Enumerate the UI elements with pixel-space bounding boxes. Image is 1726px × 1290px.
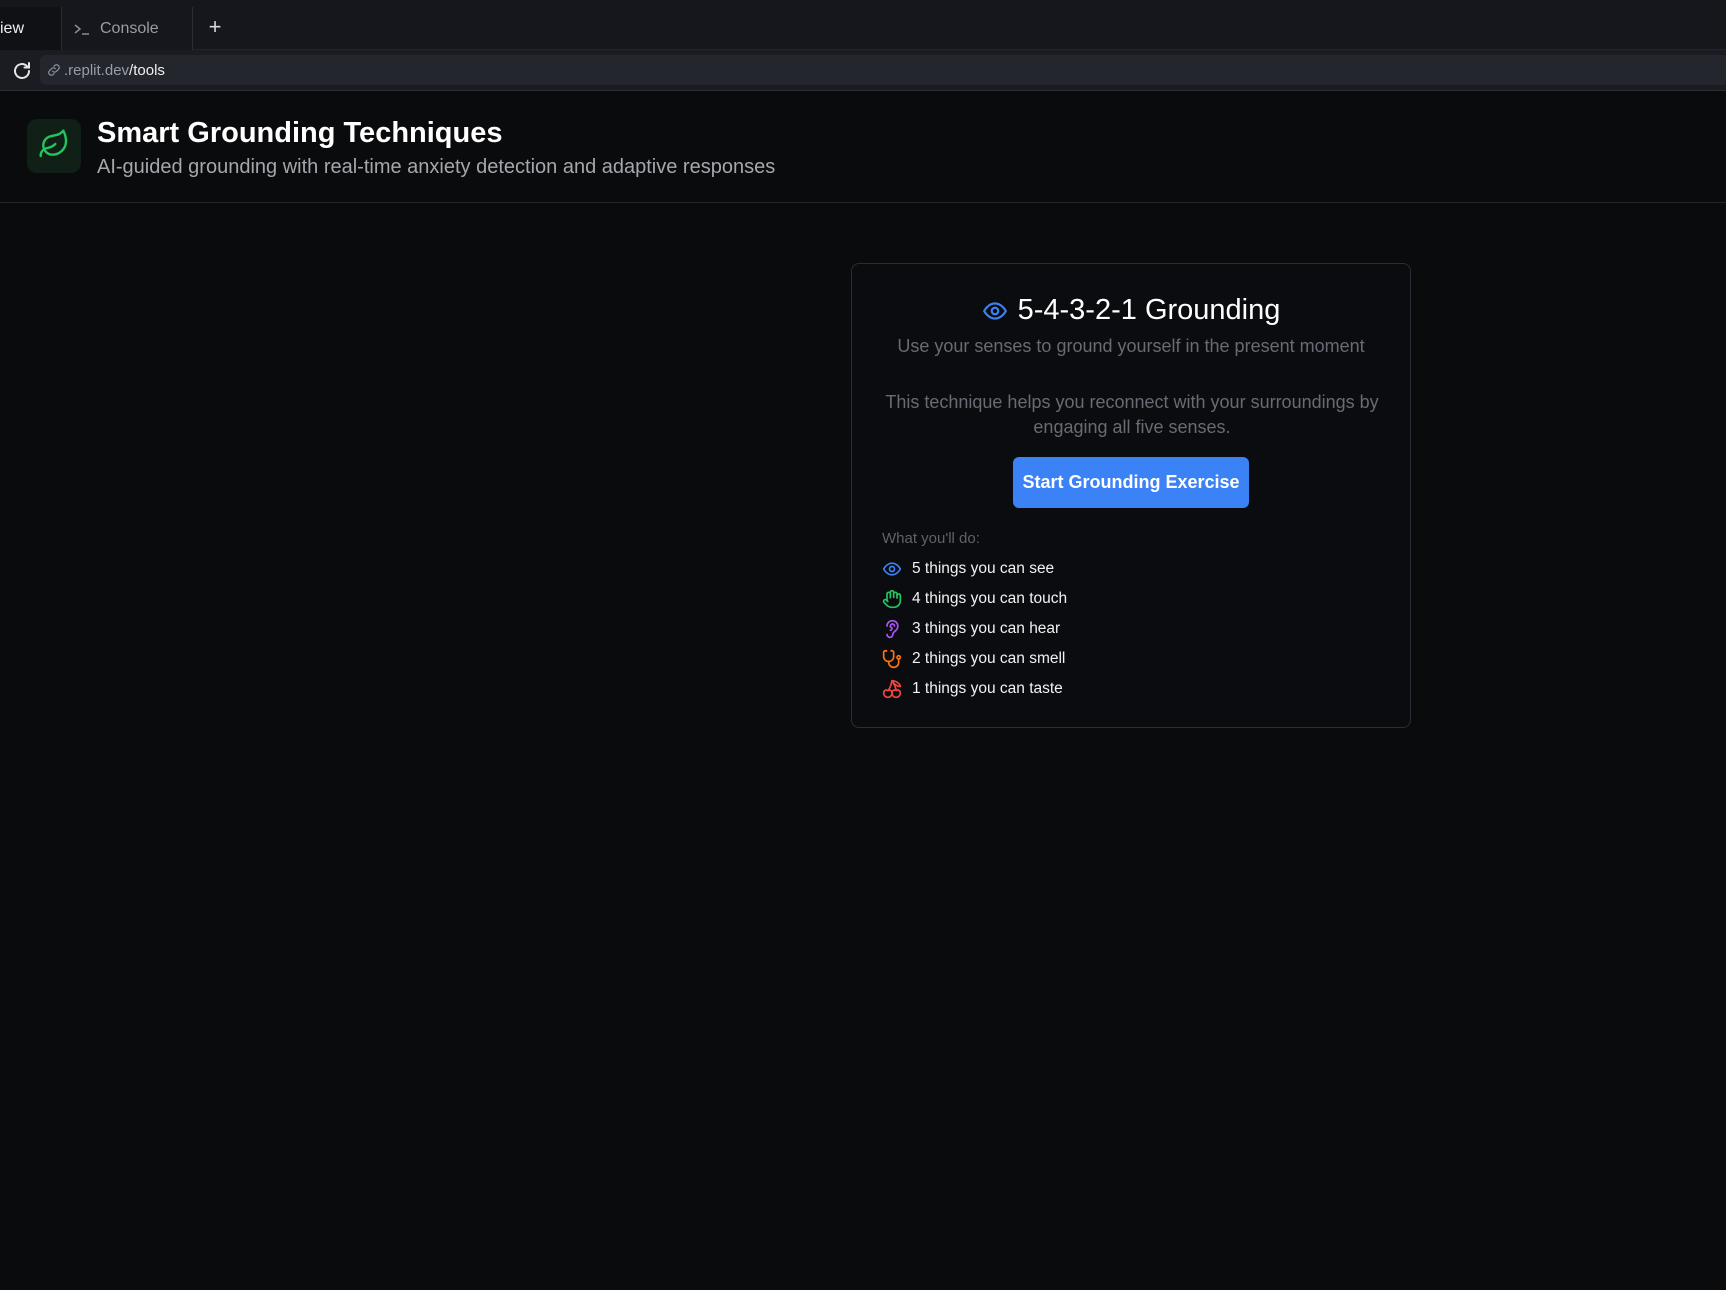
tab-label: iew bbox=[0, 19, 25, 37]
tab-webview[interactable]: iew bbox=[0, 7, 62, 50]
url-path: /tools bbox=[129, 61, 165, 79]
card-title: 5-4-3-2-1 Grounding bbox=[1017, 294, 1281, 326]
list-item: 3 things you can hear bbox=[882, 614, 1067, 644]
card-description: This technique helps you reconnect with … bbox=[885, 392, 1379, 437]
address-bar: .replit.dev/tools bbox=[0, 50, 1726, 91]
url-field[interactable]: .replit.dev/tools bbox=[40, 55, 1726, 85]
app-logo bbox=[27, 119, 81, 173]
page-title: Smart Grounding Techniques bbox=[97, 117, 503, 149]
eye-icon bbox=[982, 298, 1008, 324]
card-subtitle: Use your senses to ground yourself in th… bbox=[897, 336, 1365, 356]
page-subtitle: AI-guided grounding with real-time anxie… bbox=[97, 156, 776, 178]
sense-label: 3 things you can hear bbox=[912, 620, 1061, 637]
app-header: Smart Grounding Techniques AI-guided gro… bbox=[0, 92, 1726, 203]
browser-tab-bar: iew Console + bbox=[0, 0, 1726, 50]
hand-icon bbox=[882, 589, 902, 609]
sense-list: 5 things you can see 4 things you can to… bbox=[882, 554, 1067, 704]
new-tab-button[interactable]: + bbox=[204, 16, 226, 38]
url-host: .replit.dev bbox=[64, 61, 130, 79]
sense-label: 4 things you can touch bbox=[912, 590, 1068, 607]
link-icon bbox=[46, 62, 62, 78]
tab-console[interactable]: Console bbox=[62, 7, 193, 50]
list-item: 2 things you can smell bbox=[882, 644, 1067, 674]
tab-label: Console bbox=[100, 19, 159, 37]
reload-icon[interactable] bbox=[10, 59, 34, 83]
list-item: 4 things you can touch bbox=[882, 584, 1067, 614]
list-heading: What you'll do: bbox=[882, 530, 980, 547]
sense-label: 2 things you can smell bbox=[912, 650, 1066, 667]
cherry-icon bbox=[882, 679, 902, 699]
sense-label: 1 things you can taste bbox=[912, 680, 1063, 697]
ear-icon bbox=[882, 619, 902, 639]
list-item: 5 things you can see bbox=[882, 554, 1067, 584]
leaf-icon bbox=[38, 128, 70, 165]
terminal-prompt-icon bbox=[72, 21, 92, 37]
sense-label: 5 things you can see bbox=[912, 560, 1055, 577]
eye-icon bbox=[882, 559, 902, 579]
card-title-row: 5-4-3-2-1 Grounding bbox=[852, 294, 1410, 327]
grounding-card: 5-4-3-2-1 Grounding Use your senses to g… bbox=[851, 263, 1411, 728]
nose-icon bbox=[882, 649, 902, 669]
start-grounding-button[interactable]: Start Grounding Exercise bbox=[1013, 457, 1249, 508]
list-item: 1 things you can taste bbox=[882, 674, 1067, 704]
